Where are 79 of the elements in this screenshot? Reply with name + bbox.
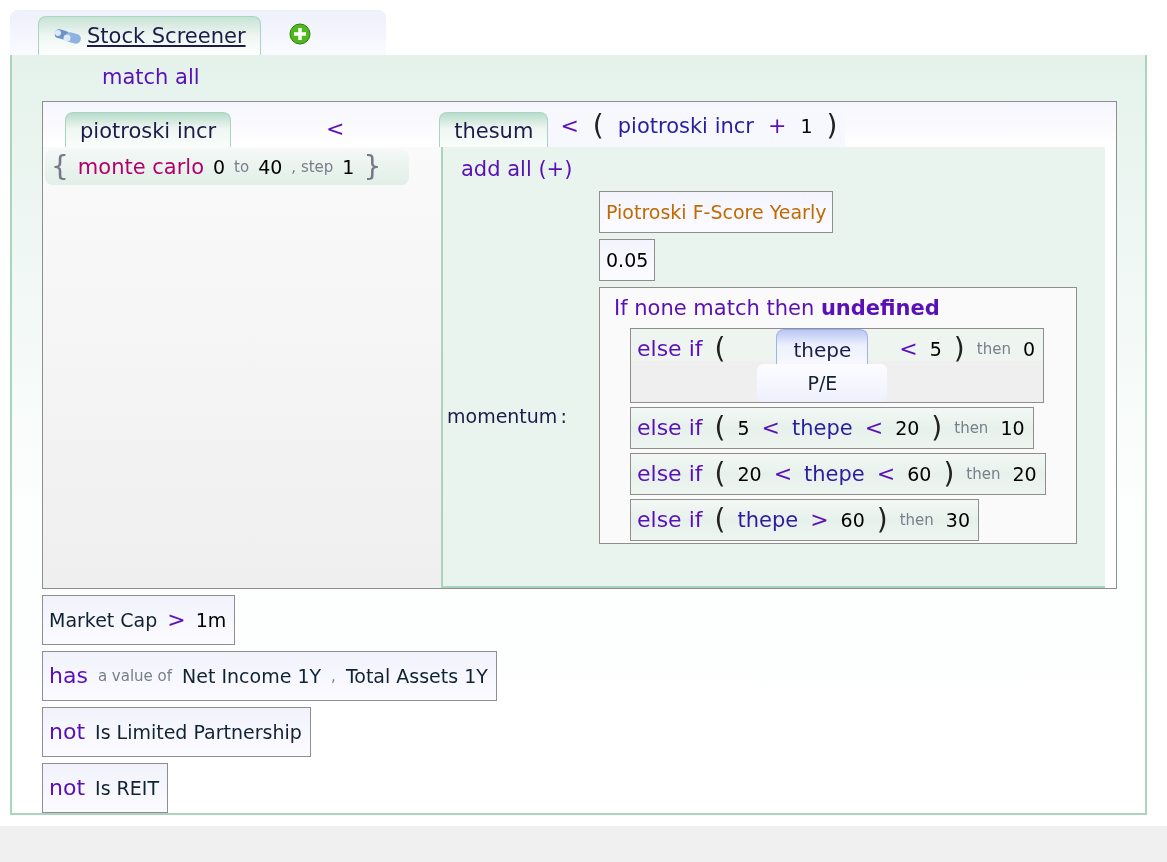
keyword: not	[49, 718, 86, 746]
screener-tab[interactable]: Stock Screener	[38, 16, 261, 55]
keyword: else if	[637, 506, 703, 534]
operator: <	[876, 460, 896, 488]
variable-caption: P/E	[757, 364, 888, 402]
parenthesis: (	[714, 335, 726, 363]
field-name: Total Assets 1Y	[345, 664, 488, 689]
field-name: Market Cap	[49, 608, 158, 633]
separator: :	[560, 404, 567, 427]
operator: <	[864, 414, 884, 442]
filter-row[interactable]: Market Cap > 1m	[42, 595, 236, 645]
number-value: 20	[895, 416, 920, 441]
parenthesis: )	[931, 414, 943, 442]
field-name: Net Income 1Y	[182, 664, 322, 689]
number-value: 1	[342, 155, 355, 180]
number-value: 40	[258, 155, 283, 180]
keyword: has	[49, 662, 88, 690]
number-value: 0	[213, 155, 226, 180]
number-value: 60	[840, 508, 865, 533]
operator: <	[899, 335, 918, 363]
keyword: else if	[637, 460, 703, 488]
parenthesis: )	[943, 460, 955, 488]
operator: <	[325, 116, 346, 141]
parenthesis: (	[714, 506, 726, 534]
number-value: 1	[800, 114, 813, 139]
variable-tab[interactable]: piotroski incr	[65, 112, 232, 147]
operator: <	[560, 112, 579, 140]
operator: >	[167, 606, 186, 634]
sum-label: add all (+)	[461, 157, 574, 181]
number-term[interactable]: 0.05	[599, 239, 656, 281]
add-icon[interactable]	[288, 23, 311, 45]
filter-row[interactable]: not Is REIT	[42, 763, 168, 813]
variable-name: piotroski incr	[617, 113, 754, 140]
variable-name: thepe	[791, 415, 853, 442]
operator: <	[773, 460, 793, 488]
number-value: 60	[907, 462, 932, 487]
connector-text: to	[234, 157, 250, 178]
connector-text: then	[899, 510, 934, 531]
number-value: 1m	[195, 608, 227, 633]
connector-text: then	[954, 418, 989, 439]
variable-tab[interactable]: thesum	[439, 112, 549, 147]
parenthesis: (	[714, 414, 726, 442]
filter-row[interactable]: has a value of Net Income 1Y , Total Assets 1Y	[42, 651, 497, 701]
connector-text: a value of	[97, 666, 173, 687]
default-text: If none match then undefined	[614, 296, 940, 320]
parenthesis: (	[714, 460, 726, 488]
variable-tab[interactable]: thepe	[776, 329, 869, 364]
parenthesis: )	[876, 506, 888, 534]
momentum-label: momentum	[447, 404, 558, 427]
variable-name: thepe	[804, 461, 865, 488]
variable-name: thepe	[737, 507, 799, 534]
keyword: else if	[637, 335, 703, 363]
operator: <	[761, 414, 780, 442]
number-value: 5	[929, 337, 942, 362]
number-value: 20	[1012, 462, 1037, 487]
brace: }	[363, 153, 382, 181]
number-value: 10	[1000, 416, 1025, 441]
field-name: Is REIT	[95, 776, 159, 801]
match-mode[interactable]: match all	[102, 65, 200, 89]
connector-text: then	[966, 464, 1001, 485]
filter-row[interactable]: not Is Limited Partnership	[42, 707, 311, 757]
number-value: 20	[737, 462, 762, 487]
number-value: 30	[945, 508, 971, 533]
function-name: monte carlo	[77, 154, 204, 181]
parenthesis: (	[592, 112, 604, 140]
operator: >	[810, 506, 829, 534]
parenthesis: )	[826, 112, 838, 140]
connector-text: then	[976, 339, 1011, 360]
number-value: 5	[737, 416, 750, 441]
keyword: else if	[637, 414, 703, 442]
keyword: not	[49, 774, 86, 802]
parenthesis: )	[953, 335, 965, 363]
metric-term[interactable]: Piotroski F-Score Yearly	[599, 191, 834, 233]
connector-text: , step	[291, 157, 334, 178]
connector-text: ,	[331, 666, 336, 687]
operator: +	[767, 112, 787, 140]
brace: {	[51, 153, 69, 181]
field-name: Is Limited Partnership	[95, 720, 302, 745]
number-value: 0	[1022, 337, 1035, 362]
